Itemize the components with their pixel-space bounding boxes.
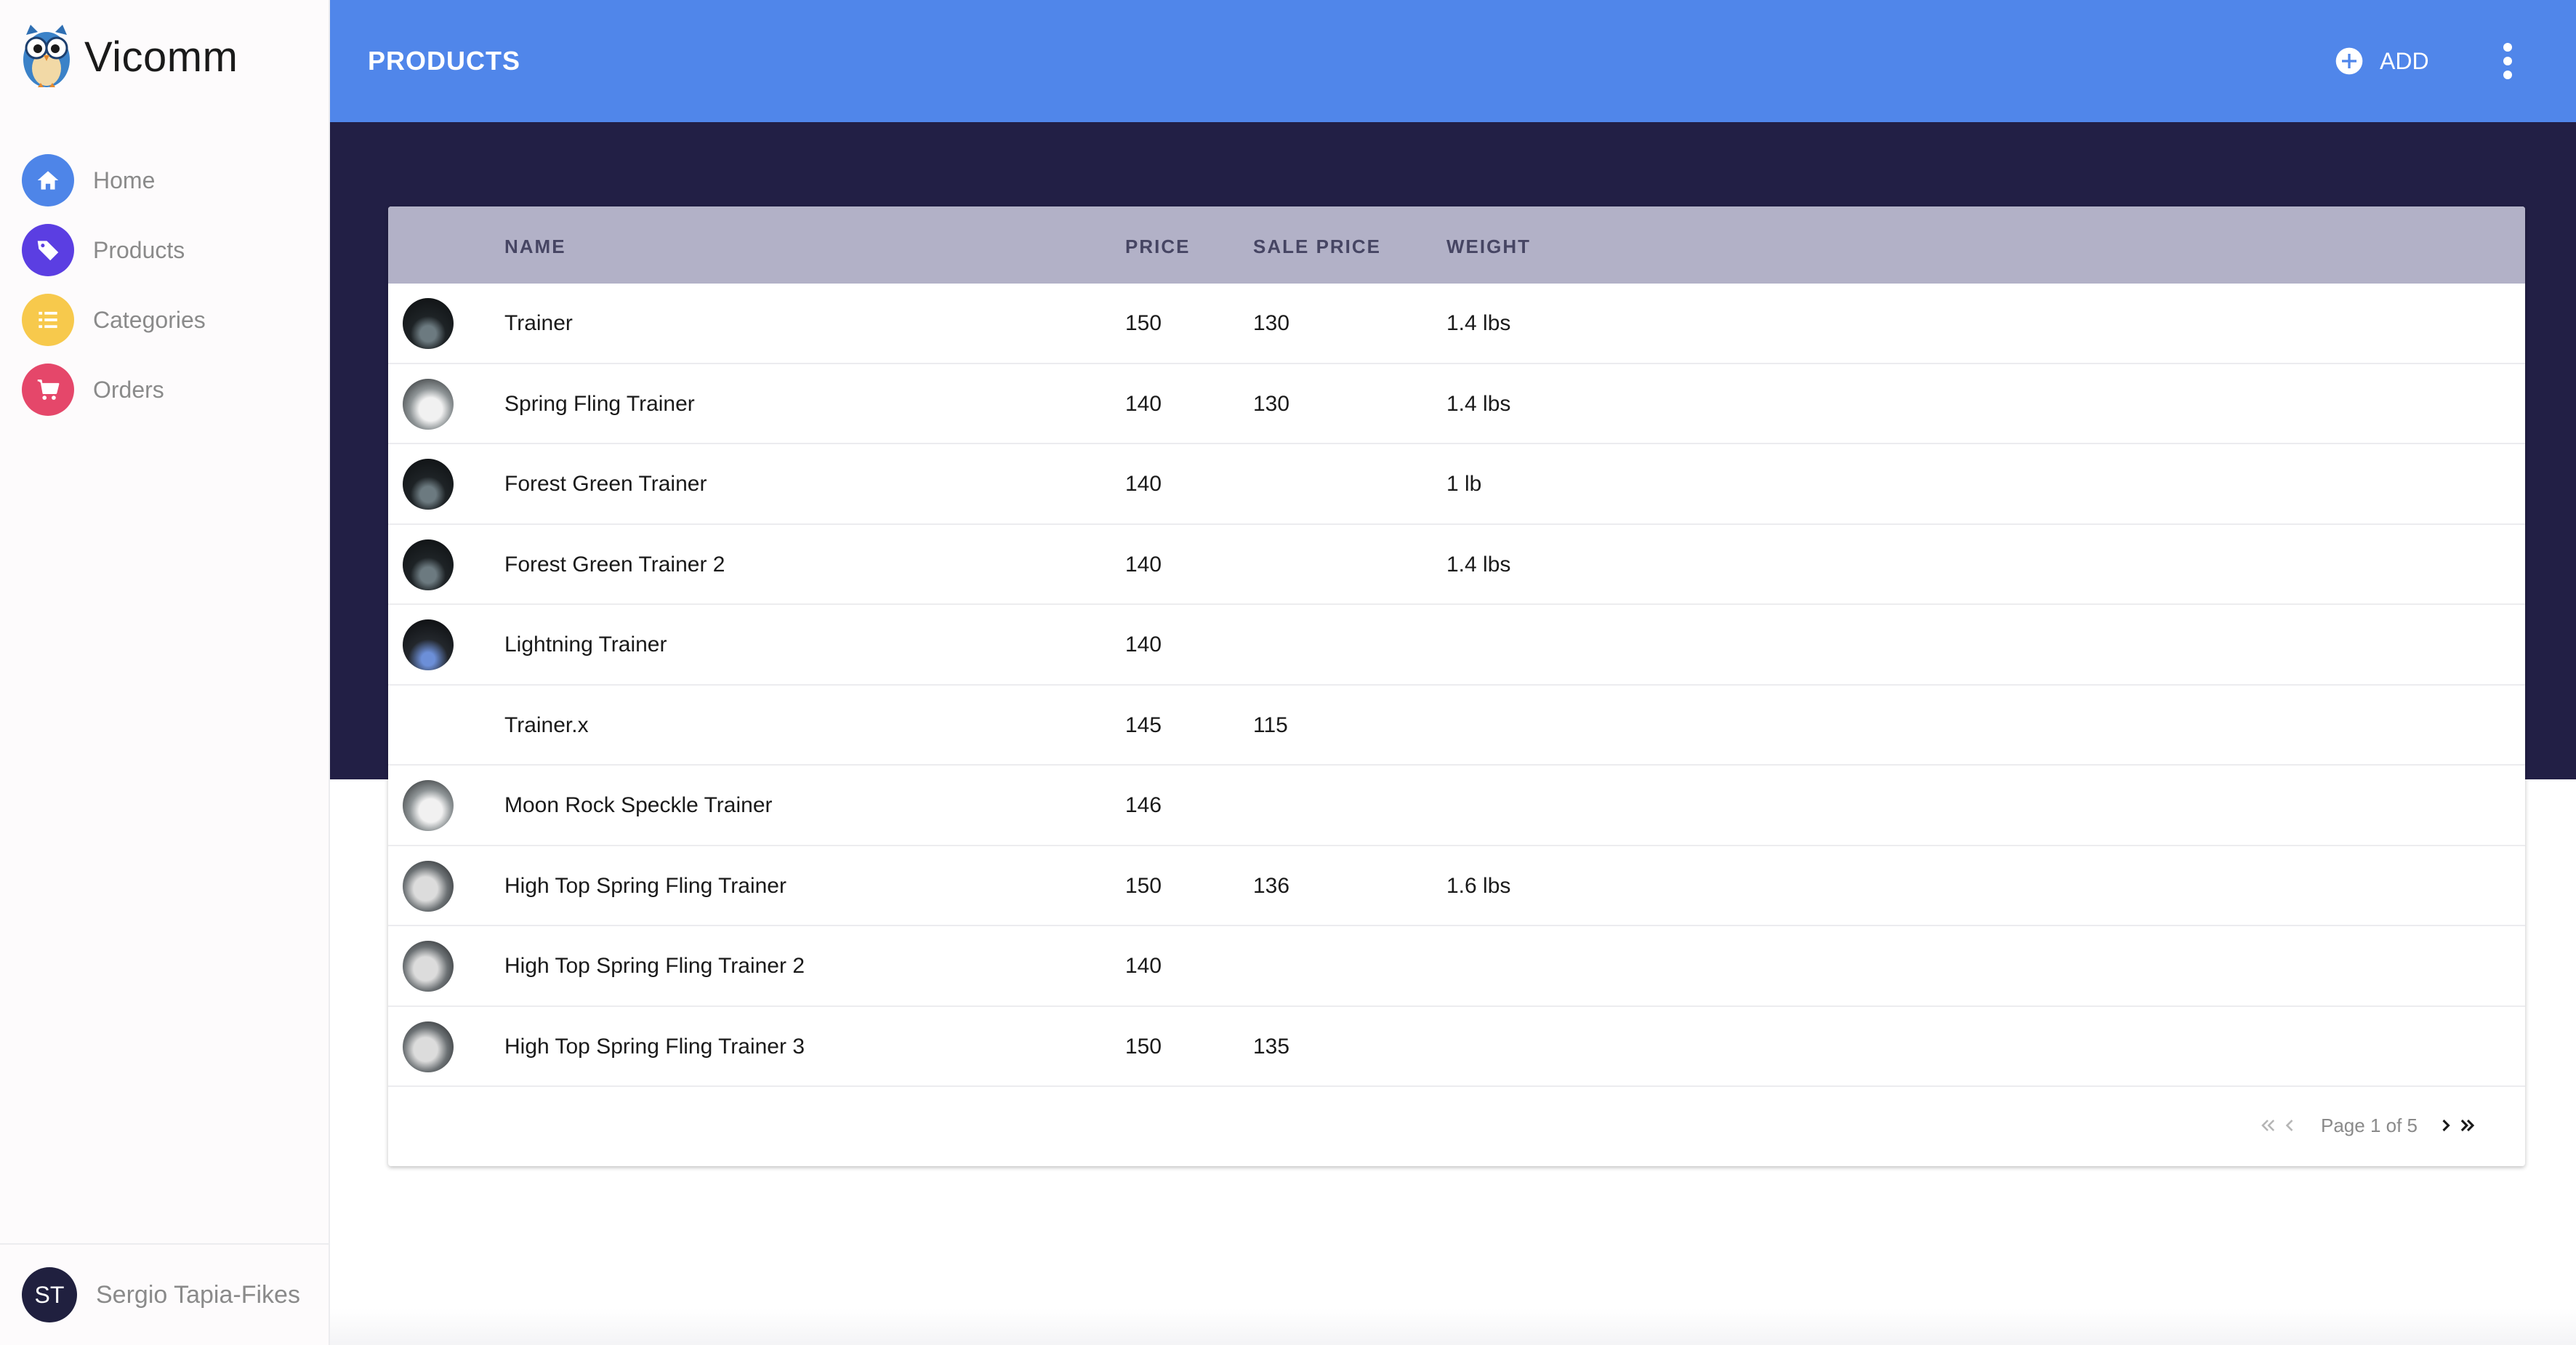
product-sale-price: 115 — [1253, 712, 1288, 737]
next-page-button[interactable] — [2435, 1111, 2457, 1140]
brand[interactable]: Vicomm — [19, 20, 238, 93]
owl-logo-icon — [23, 25, 70, 87]
product-sale-price: 135 — [1253, 1034, 1290, 1059]
product-sale-price: 130 — [1253, 311, 1290, 335]
column-header-sale-price[interactable]: SALE PRICE — [1253, 236, 1381, 258]
product-price: 150 — [1125, 873, 1162, 898]
sidebar-item-orders[interactable]: Orders — [22, 355, 206, 425]
sidebar-item-products[interactable]: Products — [22, 215, 206, 285]
product-thumbnail — [403, 459, 454, 510]
add-button-label: ADD — [2380, 47, 2429, 74]
list-icon — [22, 294, 74, 346]
product-name: High Top Spring Fling Trainer — [504, 873, 786, 898]
product-name: Lightning Trainer — [504, 633, 667, 657]
product-price: 140 — [1125, 954, 1162, 978]
product-price: 150 — [1125, 1034, 1162, 1059]
last-page-button[interactable] — [2457, 1111, 2479, 1140]
table-row[interactable]: Trainer 150 130 1.4 lbs — [388, 284, 2525, 364]
table-header: NAME PRICE SALE PRICE WEIGHT — [388, 206, 2525, 284]
product-weight: 1.4 lbs — [1446, 391, 1511, 416]
product-price: 140 — [1125, 391, 1162, 416]
add-product-button[interactable]: ADD — [2335, 41, 2429, 81]
product-price: 140 — [1125, 472, 1162, 496]
product-thumbnail — [403, 298, 454, 349]
product-weight: 1 lb — [1446, 472, 1482, 496]
product-thumbnail — [403, 941, 454, 992]
pagination: Page 1 of 5 — [2257, 1107, 2479, 1144]
product-name: Trainer — [504, 311, 573, 335]
product-name: Trainer.x — [504, 712, 589, 737]
product-price: 146 — [1125, 793, 1162, 817]
previous-page-button[interactable] — [2279, 1111, 2301, 1140]
chevron-left-icon — [2285, 1120, 2293, 1131]
product-thumbnail — [403, 1021, 454, 1072]
chevron-right-icon — [2442, 1119, 2450, 1132]
product-thumbnail — [403, 780, 454, 831]
product-name: High Top Spring Fling Trainer 2 — [504, 954, 805, 978]
tag-icon — [22, 224, 74, 276]
user-name: Sergio Tapia-Fikes — [96, 1280, 300, 1309]
double-chevron-right-icon — [2460, 1119, 2475, 1132]
column-header-price[interactable]: PRICE — [1125, 236, 1190, 258]
top-app-bar: PRODUCTS ADD — [330, 0, 2576, 122]
product-thumbnail — [403, 539, 454, 590]
column-header-weight[interactable]: WEIGHT — [1446, 236, 1531, 258]
table-row[interactable]: Trainer.x 145 115 — [388, 686, 2525, 766]
sidebar-item-label: Products — [93, 236, 185, 263]
product-weight: 1.4 lbs — [1446, 311, 1511, 335]
avatar: ST — [22, 1267, 77, 1322]
table-row[interactable]: High Top Spring Fling Trainer 3 150 135 — [388, 1007, 2525, 1087]
sidebar-item-label: Home — [93, 166, 156, 193]
product-name: Moon Rock Speckle Trainer — [504, 793, 773, 817]
products-table: NAME PRICE SALE PRICE WEIGHT Trainer 150 1… — [388, 206, 2525, 1166]
home-icon — [22, 154, 74, 206]
product-weight: 1.6 lbs — [1446, 873, 1511, 898]
sidebar: Vicomm Home Products Categories Orders S… — [0, 0, 330, 1345]
bottom-fade — [330, 1309, 2576, 1345]
table-row[interactable]: Forest Green Trainer 2 140 1.4 lbs — [388, 525, 2525, 605]
table-row[interactable]: Forest Green Trainer 140 1 lb — [388, 444, 2525, 525]
table-body: Trainer 150 130 1.4 lbs Spring Fling Trainer… — [388, 284, 2525, 1087]
product-thumbnail — [403, 860, 454, 912]
table-row[interactable]: Moon Rock Speckle Trainer 146 — [388, 766, 2525, 846]
table-row[interactable]: Spring Fling Trainer 140 130 1.4 lbs — [388, 364, 2525, 444]
product-thumbnail — [403, 378, 454, 430]
product-price: 140 — [1125, 552, 1162, 577]
product-name: Spring Fling Trainer — [504, 391, 695, 416]
table-row[interactable]: High Top Spring Fling Trainer 150 136 1.6 l… — [388, 846, 2525, 926]
product-price: 140 — [1125, 633, 1162, 657]
product-sale-price: 136 — [1253, 873, 1290, 898]
page-indicator: Page 1 of 5 — [2321, 1114, 2418, 1136]
more-vertical-icon — [2503, 43, 2512, 79]
add-circle-icon — [2335, 47, 2363, 75]
sidebar-item-categories[interactable]: Categories — [22, 285, 206, 355]
more-options-button[interactable] — [2490, 36, 2525, 86]
first-page-button[interactable] — [2257, 1111, 2279, 1140]
user-profile[interactable]: ST Sergio Tapia-Fikes — [0, 1243, 329, 1345]
product-name: Forest Green Trainer 2 — [504, 552, 725, 577]
sidebar-nav: Home Products Categories Orders — [22, 145, 206, 425]
product-name: High Top Spring Fling Trainer 3 — [504, 1034, 805, 1059]
product-sale-price: 130 — [1253, 391, 1290, 416]
sidebar-item-label: Orders — [93, 376, 164, 403]
double-chevron-left-icon — [2261, 1120, 2275, 1131]
table-row[interactable]: High Top Spring Fling Trainer 2 140 — [388, 926, 2525, 1007]
product-weight: 1.4 lbs — [1446, 552, 1511, 577]
cart-icon — [22, 364, 74, 416]
column-header-name[interactable]: NAME — [504, 236, 566, 258]
product-price: 150 — [1125, 311, 1162, 335]
sidebar-item-home[interactable]: Home — [22, 145, 206, 215]
sidebar-item-label: Categories — [93, 306, 206, 333]
brand-name: Vicomm — [84, 33, 238, 81]
page-title: PRODUCTS — [368, 46, 521, 76]
product-thumbnail — [403, 619, 454, 670]
table-row[interactable]: Lightning Trainer 140 — [388, 605, 2525, 686]
product-price: 145 — [1125, 712, 1162, 737]
product-name: Forest Green Trainer — [504, 472, 707, 496]
